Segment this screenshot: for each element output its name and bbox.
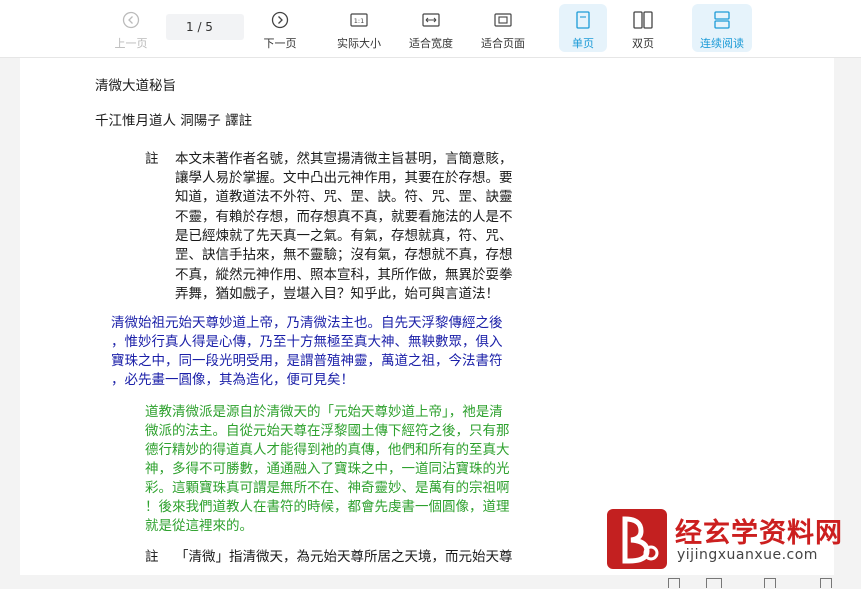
fit-page-label: 适合页面 bbox=[481, 37, 525, 50]
actual-size-label: 实际大小 bbox=[337, 37, 381, 50]
double-page-icon bbox=[632, 9, 654, 31]
watermark-url: yijingxuanxue.com bbox=[677, 547, 818, 563]
continuous-reading-button[interactable]: 连续阅读 bbox=[692, 4, 752, 52]
note-mark: 註 bbox=[145, 151, 159, 167]
fit-page-icon bbox=[492, 9, 514, 31]
viewer-toolbar: 上一页 1 / 5 下一页 1:1 实际大小 适合宽度 适合页面 单页 双页 连… bbox=[0, 0, 861, 58]
actual-size-mini-icon[interactable] bbox=[820, 578, 832, 588]
note-line: 本文未著作者名號，然其宣揚清微主旨甚明，言簡意賅， bbox=[175, 151, 513, 167]
svg-text:1:1: 1:1 bbox=[354, 17, 364, 25]
translation-line: 彩。這顆寶珠真可謂是無所不在、神奇靈妙、是萬有的宗祖啊 bbox=[145, 480, 510, 496]
original-line: ，惟妙行真人得是心傳，乃至十方無極至真大神、無鞅數眾，俱入 bbox=[111, 334, 503, 350]
fit-width-icon bbox=[420, 9, 442, 31]
translation-line: 德行精妙的得道真人才能得到祂的真傳，他們和所有的至真大 bbox=[145, 442, 510, 458]
double-page-label: 双页 bbox=[632, 37, 654, 50]
translation-line: 就是從這裡來的。 bbox=[145, 518, 253, 534]
double-page-button[interactable]: 双页 bbox=[619, 4, 667, 52]
prev-page-button[interactable]: 上一页 bbox=[108, 4, 154, 52]
chevron-right-circle-icon bbox=[269, 9, 291, 31]
translation-line: 神，多得不可勝數，通通融入了寶珠之中，一道同沾寶珠的光 bbox=[145, 461, 510, 477]
note-line: 不靈，有賴於存想，而存想真不真，就要看施法的人是不 bbox=[175, 209, 513, 225]
continuous-reading-label: 连续阅读 bbox=[700, 37, 744, 50]
document-title: 清微大道秘旨 bbox=[95, 78, 176, 94]
site-watermark: 经玄学资料网 yijingxuanxue.com bbox=[607, 509, 842, 569]
fit-width-label: 适合宽度 bbox=[409, 37, 453, 50]
note-2-line: 「清微」指清微天，為元始天尊所居之天境，而元始天尊 bbox=[175, 549, 513, 565]
note-line: 知道，道教道法不外符、咒、罡、訣。符、咒、罡、訣靈 bbox=[175, 189, 513, 205]
double-page-mini-icon[interactable] bbox=[706, 578, 722, 588]
continuous-reading-icon bbox=[711, 9, 733, 31]
translation-line: 道教清微派是源自於清微天的「元始天尊妙道上帝」，祂是清 bbox=[145, 404, 503, 420]
translation-line: 微派的法主。自從元始天尊在浮黎國土傳下經符之後，只有那 bbox=[145, 423, 510, 439]
note-line: 弄舞，猶如戲子，豈堪入目？知乎此，始可與言道法！ bbox=[175, 286, 499, 302]
translation-line: ！後來我們道教人在書符的時候，都會先虔書一個圓像，道理 bbox=[145, 499, 510, 515]
actual-size-button[interactable]: 1:1 实际大小 bbox=[330, 4, 388, 52]
document-author: 千江惟月道人 洞陽子 譯註 bbox=[95, 113, 253, 129]
note-line: 不真，縱然元神作用、照本宣科，其所作做，無異於耍拳 bbox=[175, 267, 513, 283]
note-line: 讓學人易於掌握。文中凸出元神作用，其要在於存想。要 bbox=[175, 170, 513, 186]
watermark-title: 经玄学资料网 bbox=[675, 518, 843, 549]
original-line: 清微始祖元始天尊妙道上帝，乃清微法主也。自先天浮黎傳經之後 bbox=[111, 315, 503, 331]
single-page-icon bbox=[572, 9, 594, 31]
bottom-status-bar bbox=[0, 575, 861, 589]
single-page-label: 单页 bbox=[572, 37, 594, 50]
next-page-label: 下一页 bbox=[263, 37, 297, 50]
original-line: 寶珠之中，同一段光明受用，是謂普殖神靈，萬道之祖，今法書符 bbox=[111, 353, 503, 369]
continuous-mini-icon[interactable] bbox=[764, 578, 776, 588]
fit-page-button[interactable]: 适合页面 bbox=[474, 4, 532, 52]
page-number-input[interactable]: 1 / 5 bbox=[166, 14, 244, 40]
next-page-button[interactable]: 下一页 bbox=[257, 4, 303, 52]
page-indicator: 1 / 5 bbox=[186, 20, 213, 34]
actual-size-icon: 1:1 bbox=[348, 9, 370, 31]
single-page-mini-icon[interactable] bbox=[668, 578, 680, 588]
note-line: 是已經煉就了先天真一之氣。有氣，存想就真，符、咒、 bbox=[175, 228, 513, 244]
prev-page-label: 上一页 bbox=[114, 37, 148, 50]
fit-width-button[interactable]: 适合宽度 bbox=[402, 4, 460, 52]
original-line: ，必先畫一圓像，其為造化，便可見矣！ bbox=[111, 372, 354, 388]
document-page: 清微大道秘旨 千江惟月道人 洞陽子 譯註 註 本文未著作者名號，然其宣揚清微主旨… bbox=[20, 58, 834, 578]
site-logo-icon bbox=[607, 509, 667, 569]
note-mark-2: 註 bbox=[145, 549, 159, 565]
note-line: 罡、訣信手拈來，無不靈驗；沒有氣，存想就不真，存想 bbox=[175, 247, 513, 263]
chevron-left-circle-icon bbox=[120, 9, 142, 31]
single-page-button[interactable]: 单页 bbox=[559, 4, 607, 52]
